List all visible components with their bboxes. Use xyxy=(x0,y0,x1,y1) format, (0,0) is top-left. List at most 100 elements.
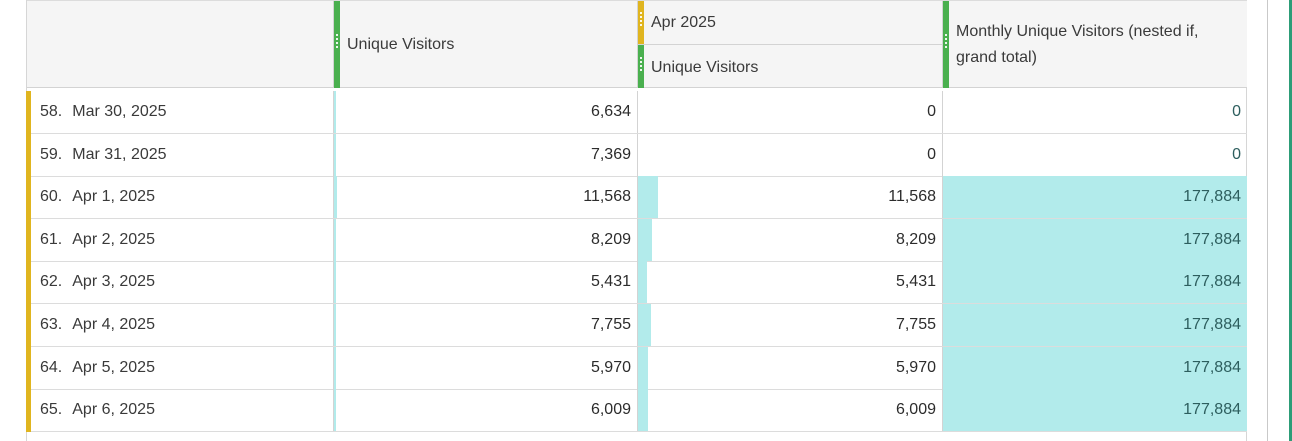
metric-drag-handle[interactable] xyxy=(943,1,949,88)
cell-value: 7,369 xyxy=(590,145,631,163)
cell-value: 5,970 xyxy=(895,358,936,376)
date-cell[interactable]: 58. Mar 30, 2025 xyxy=(27,91,333,133)
cell-value: 0 xyxy=(927,145,936,163)
row-date: Apr 1, 2025 xyxy=(72,188,155,206)
value-bar xyxy=(638,218,652,261)
value-bar xyxy=(638,176,658,219)
apr-unique-visitors-cell[interactable]: 7,755 xyxy=(637,304,942,346)
monthly-unique-visitors-cell[interactable]: 0 xyxy=(942,133,1247,176)
row-index: 65. xyxy=(40,401,63,419)
date-cell[interactable]: 61. Apr 2, 2025 xyxy=(27,219,333,261)
row-date: Apr 6, 2025 xyxy=(72,401,155,419)
monthly-unique-visitors-cell[interactable]: 177,884 xyxy=(942,304,1247,346)
cell-value: 7,755 xyxy=(895,316,936,333)
row-index: 64. xyxy=(40,358,63,376)
cell-value: 0 xyxy=(927,103,936,120)
metric-drag-handle[interactable] xyxy=(334,1,340,88)
row-index: 62. xyxy=(40,273,63,291)
unique-visitors-cell[interactable]: 5,431 xyxy=(333,261,637,304)
date-cell[interactable]: 62. Apr 3, 2025 xyxy=(27,261,333,303)
value-bar xyxy=(334,389,336,432)
unique-visitors-cell[interactable]: 6,009 xyxy=(333,389,637,432)
row-index: 58. xyxy=(40,103,63,120)
table-row[interactable]: 63. Apr 4, 2025 7,755 7,755 177,884 xyxy=(26,304,1247,347)
table-header: Unique Visitors Apr 2025 Unique Visitors… xyxy=(27,0,1247,88)
row-date: Mar 31, 2025 xyxy=(72,145,167,163)
monthly-unique-visitors-cell[interactable]: 177,884 xyxy=(942,218,1247,261)
table-row[interactable]: 59. Mar 31, 2025 7,369 0 0 xyxy=(26,133,1247,177)
unique-visitors-cell[interactable]: 6,634 xyxy=(333,91,637,133)
value-bar xyxy=(334,91,336,133)
row-date: Apr 3, 2025 xyxy=(72,273,155,291)
cell-value: 177,884 xyxy=(1183,316,1241,333)
cell-value: 8,209 xyxy=(590,230,631,248)
column-header-monthly-unique-visitors[interactable]: Monthly Unique Visitors (nested if, gran… xyxy=(942,1,1247,88)
cell-value: 8,209 xyxy=(895,230,936,248)
row-index: 63. xyxy=(40,316,63,333)
row-date: Apr 4, 2025 xyxy=(72,316,155,333)
date-cell[interactable]: 63. Apr 4, 2025 xyxy=(27,304,333,346)
value-bar xyxy=(334,133,336,176)
row-date: Apr 5, 2025 xyxy=(72,358,155,376)
table-row[interactable]: 62. Apr 3, 2025 5,431 5,431 177,884 xyxy=(26,261,1247,305)
unique-visitors-cell[interactable]: 7,369 xyxy=(333,133,637,176)
row-index: 60. xyxy=(40,188,63,206)
monthly-unique-visitors-cell[interactable]: 177,884 xyxy=(942,346,1247,389)
apr-unique-visitors-cell[interactable]: 0 xyxy=(637,133,942,176)
metric-drag-handle[interactable] xyxy=(638,45,644,88)
table-row[interactable]: 58. Mar 30, 2025 6,634 0 0 xyxy=(26,91,1247,134)
cell-value: 177,884 xyxy=(1183,188,1241,206)
unique-visitors-cell[interactable]: 7,755 xyxy=(333,304,637,346)
date-cell[interactable]: 64. Apr 5, 2025 xyxy=(27,347,333,389)
table-row[interactable]: 65. Apr 6, 2025 6,009 6,009 177,884 xyxy=(26,389,1247,433)
date-cell[interactable]: 65. Apr 6, 2025 xyxy=(27,389,333,431)
monthly-unique-visitors-cell[interactable]: 0 xyxy=(942,91,1247,133)
table-row[interactable]: 64. Apr 5, 2025 5,970 5,970 177,884 xyxy=(26,346,1247,390)
monthly-unique-visitors-cell[interactable]: 177,884 xyxy=(942,389,1247,432)
cell-value: 177,884 xyxy=(1183,230,1241,248)
cell-value: 5,431 xyxy=(590,273,631,291)
freeform-table: Unique Visitors Apr 2025 Unique Visitors… xyxy=(26,0,1247,441)
date-cell[interactable]: 60. Apr 1, 2025 xyxy=(27,176,333,218)
dimension-header[interactable] xyxy=(27,1,333,88)
column-title: Unique Visitors xyxy=(651,59,759,76)
apr-unique-visitors-cell[interactable]: 5,970 xyxy=(637,346,942,389)
column-title-line2: grand total) xyxy=(956,49,1037,66)
monthly-unique-visitors-cell[interactable]: 177,884 xyxy=(942,261,1247,304)
cell-value: 6,634 xyxy=(590,103,631,120)
cell-value: 11,568 xyxy=(888,188,936,206)
value-bar xyxy=(334,261,336,304)
header-divider xyxy=(638,44,943,45)
apr-unique-visitors-cell[interactable]: 5,431 xyxy=(637,261,942,304)
value-bar xyxy=(638,261,647,304)
unique-visitors-cell[interactable]: 11,568 xyxy=(333,176,637,219)
value-bar xyxy=(334,304,336,346)
column-title: Unique Visitors xyxy=(347,36,455,53)
cell-value: 5,970 xyxy=(590,358,631,376)
apr-unique-visitors-cell[interactable]: 0 xyxy=(637,91,942,133)
unique-visitors-cell[interactable]: 8,209 xyxy=(333,218,637,261)
cell-value: 0 xyxy=(1232,103,1241,120)
value-bar xyxy=(638,304,651,346)
table-row[interactable]: 61. Apr 2, 2025 8,209 8,209 177,884 xyxy=(26,218,1247,262)
apr-unique-visitors-cell[interactable]: 8,209 xyxy=(637,218,942,261)
table-row[interactable]: 60. Apr 1, 2025 11,568 11,568 177,884 xyxy=(26,176,1247,220)
cell-value: 177,884 xyxy=(1183,273,1241,291)
row-index: 61. xyxy=(40,230,63,248)
monthly-unique-visitors-cell[interactable]: 177,884 xyxy=(942,176,1247,219)
value-bar xyxy=(334,218,336,261)
apr-unique-visitors-cell[interactable]: 6,009 xyxy=(637,389,942,432)
cell-value: 177,884 xyxy=(1183,358,1241,376)
unique-visitors-cell[interactable]: 5,970 xyxy=(333,346,637,389)
column-header-apr-unique-visitors[interactable]: Apr 2025 Unique Visitors xyxy=(637,1,943,88)
cell-value: 177,884 xyxy=(1183,401,1241,419)
row-index: 59. xyxy=(40,145,63,163)
segment-drag-handle[interactable] xyxy=(638,1,644,44)
segment-title: Apr 2025 xyxy=(651,14,716,31)
column-header-unique-visitors[interactable]: Unique Visitors xyxy=(333,1,637,88)
cell-value: 7,755 xyxy=(590,316,631,333)
cell-value: 6,009 xyxy=(895,401,936,419)
value-bar xyxy=(334,346,336,389)
apr-unique-visitors-cell[interactable]: 11,568 xyxy=(637,176,942,219)
date-cell[interactable]: 59. Mar 31, 2025 xyxy=(27,134,333,176)
